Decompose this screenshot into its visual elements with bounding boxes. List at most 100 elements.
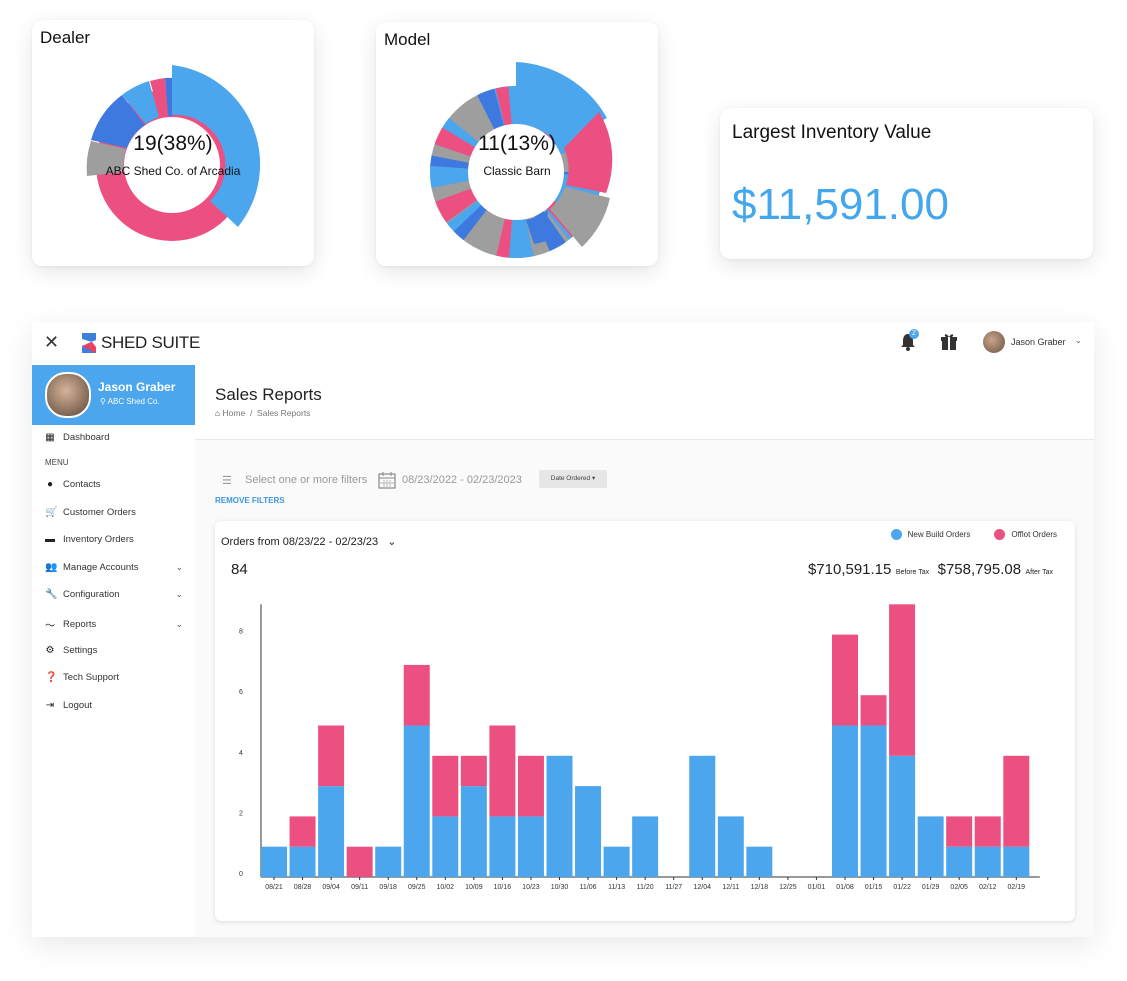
bar-offlot[interactable] [974,816,1001,847]
breadcrumb-separator: / [249,408,253,418]
sidebar-item-customer-orders[interactable]: 🛒 Customer Orders [45,507,187,518]
bar-new-build[interactable] [832,725,858,878]
notification-bell-icon[interactable]: 2 [899,329,919,352]
breadcrumb-home[interactable]: Home [223,408,246,418]
location-pin-icon: ⚲ [100,397,106,406]
x-tick-label: 01/22 [893,884,911,891]
bar-new-build[interactable] [575,786,602,877]
wrench-icon: 🔧 [45,589,58,600]
profile-avatar[interactable] [45,372,91,418]
sidebar-item-reports[interactable]: 〜 Reports ⌄ [45,617,187,632]
bar-offlot[interactable] [460,755,487,787]
bar-offlot[interactable] [318,725,345,787]
x-tick-label: 09/04 [322,884,340,891]
bar-new-build[interactable] [889,755,916,877]
close-icon[interactable]: ✕ [44,332,59,353]
bar-new-build[interactable] [946,846,973,877]
sidebar-item-manage-accounts[interactable]: 👥 Manage Accounts ⌄ [45,562,187,573]
bar-new-build[interactable] [318,786,345,877]
orders-title-text: Orders from 08/23/22 - 02/23/23 [221,536,379,548]
people-icon: 👥 [45,562,58,573]
y-tick-label: 0 [239,871,243,878]
breadcrumb: ⌂ Home / Sales Reports [215,408,310,418]
bar-new-build[interactable] [261,846,287,877]
page-header: Sales Reports ⌂ Home / Sales Reports [195,365,1094,440]
bar-new-build[interactable] [746,846,773,877]
bar-offlot[interactable] [403,664,430,726]
bar-offlot[interactable] [289,816,316,847]
remove-filters-link[interactable]: REMOVE FILTERS [215,496,285,505]
bar-new-build[interactable] [289,846,316,877]
bar-new-build[interactable] [489,816,516,877]
sidebar-profile: Jason Graber ⚲ ABC Shed Co. [32,365,195,425]
legend-item-new-build[interactable]: New Build Orders [890,529,971,540]
y-tick-label: 6 [239,689,243,696]
y-tick-label: 8 [239,629,243,636]
bar-offlot[interactable] [889,604,916,756]
bar-new-build[interactable] [375,846,402,877]
before-tax-label: Before Tax [895,569,930,576]
bar-new-build[interactable] [432,816,459,877]
x-tick-label: 10/02 [437,884,455,891]
date-range[interactable]: 08/23/2022 - 02/23/2023 [402,474,522,486]
bar-new-build[interactable] [860,725,887,878]
main-content: Sales Reports ⌂ Home / Sales Reports ☰ S… [195,365,1094,937]
sidebar-item-inventory-orders[interactable]: ▬ Inventory Orders [45,534,187,545]
date-type-dropdown[interactable]: Date Ordered ▾ [539,470,607,488]
sidebar-item-configuration[interactable]: 🔧 Configuration ⌄ [45,589,187,600]
bar-new-build[interactable] [517,816,544,877]
x-tick-label: 10/09 [465,884,483,891]
bar-offlot[interactable] [1003,755,1030,847]
sidebar-item-label: Dashboard [63,432,110,443]
filter-icon[interactable]: ☰ [222,474,232,487]
sidebar-item-label: Configuration [63,589,120,600]
before-tax-value: $710,591.15 [807,561,892,578]
date-type-value: Date Ordered [550,475,591,482]
x-tick-label: 01/15 [865,884,883,891]
bar-new-build[interactable] [689,755,716,877]
bar-offlot[interactable] [832,634,858,726]
dashboard-icon: ▦ [45,432,55,443]
bar-offlot[interactable] [517,755,544,817]
bar-new-build[interactable] [460,786,487,877]
inventory-card: Largest Inventory Value $11,591.00 [720,108,1093,259]
legend-label-new-build: New Build Orders [907,530,971,539]
bar-new-build[interactable] [403,725,430,878]
orders-title[interactable]: Orders from 08/23/22 - 02/23/23 ⌄ [221,535,396,548]
bar-offlot[interactable] [860,695,887,726]
sidebar-item-tech-support[interactable]: ❓ Tech Support [45,672,187,683]
topbar-user-name[interactable]: Jason Graber [1011,337,1066,347]
sidebar-item-contacts[interactable]: ● Contacts [45,479,187,490]
bar-new-build[interactable] [546,755,573,877]
cart-icon: 🛒 [45,507,58,518]
bar-offlot[interactable] [489,725,516,817]
bar-new-build[interactable] [717,816,744,877]
user-avatar-small[interactable] [983,331,1005,353]
bar-offlot[interactable] [346,846,373,877]
bar-offlot[interactable] [432,755,459,817]
filter-placeholder[interactable]: Select one or more filters [245,474,367,486]
after-tax-label: After Tax [1025,569,1054,576]
calendar-icon[interactable] [378,471,396,494]
bar-new-build[interactable] [974,846,1001,877]
trend-icon: 〜 [45,621,55,632]
bar-new-build[interactable] [603,846,630,877]
legend-item-offlot[interactable]: Offlot Orders [994,529,1057,540]
app-window: ✕ SHED SUITE 2 Jason Graber ⌄ Jason Grab… [32,322,1094,937]
sidebar-item-settings[interactable]: ⚙ Settings [45,645,187,656]
gear-icon: ⚙ [45,645,55,656]
sidebar-item-label: Manage Accounts [63,562,139,573]
gift-icon[interactable] [939,332,959,357]
sidebar-item-logout[interactable]: ⇥ Logout [45,700,187,711]
bar-new-build[interactable] [632,816,659,877]
model-center: 11(13%) Classic Barn [436,132,598,178]
bar-offlot[interactable] [946,816,973,847]
legend-swatch-blue [890,529,902,540]
bar-new-build[interactable] [1003,846,1030,877]
sidebar-item-dashboard[interactable]: ▦ Dashboard [45,432,187,443]
x-tick-label: 12/11 [722,884,739,891]
y-tick-label: 4 [239,750,243,757]
bar-new-build[interactable] [917,816,944,877]
account-circle-icon: ● [46,479,54,490]
user-menu-chevron-down-icon[interactable]: ⌄ [1075,336,1082,345]
